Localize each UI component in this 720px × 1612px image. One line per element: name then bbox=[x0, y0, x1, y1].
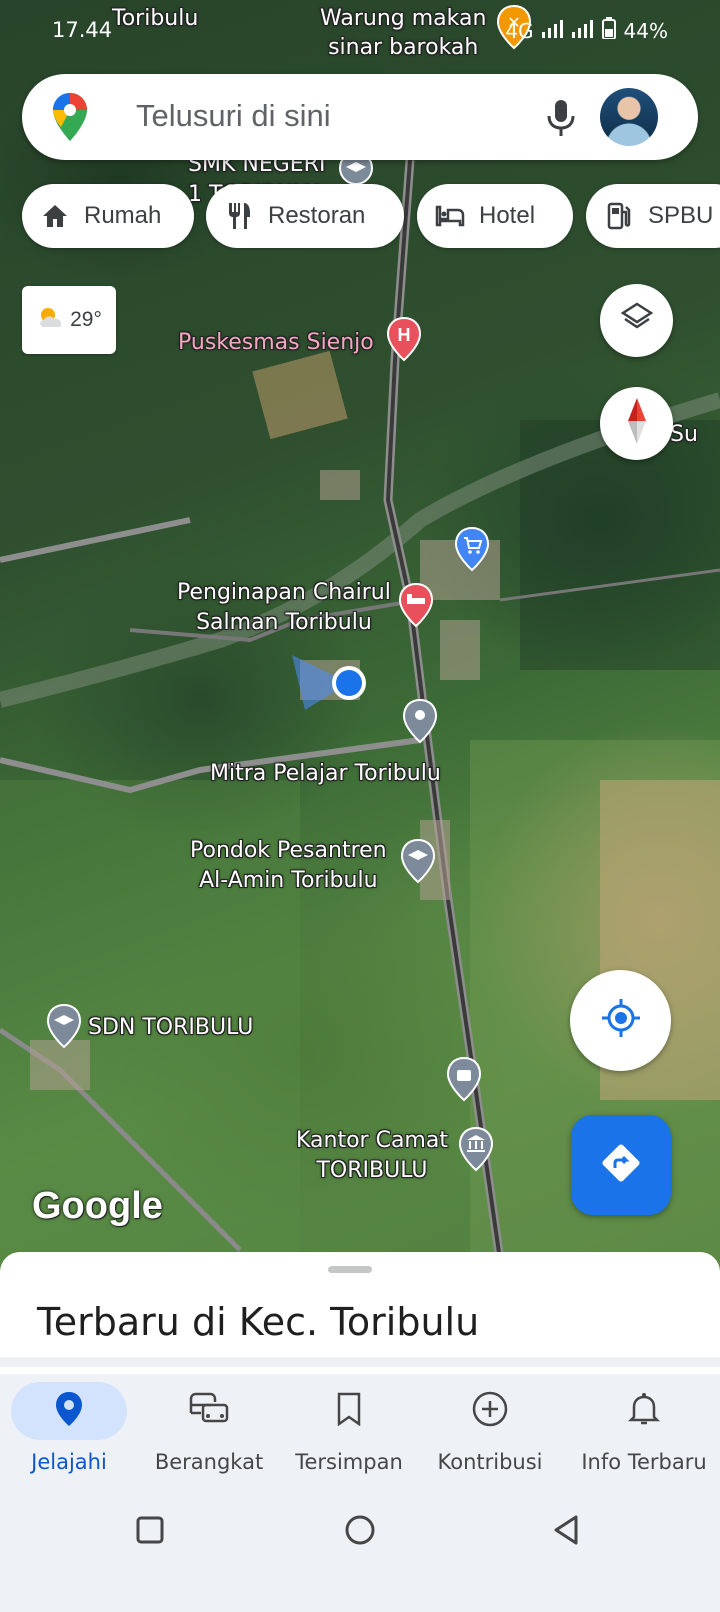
partly-cloudy-icon bbox=[36, 305, 66, 335]
microphone-icon[interactable] bbox=[542, 98, 580, 143]
chip-hotel[interactable]: Hotel bbox=[417, 184, 573, 248]
explore-pin-icon bbox=[55, 1391, 83, 1432]
label-kantor-camat[interactable]: Kantor Camat TORIBULU bbox=[296, 1126, 448, 1186]
nav-berangkat[interactable]: Berangkat bbox=[150, 1374, 268, 1494]
label-puskesmas[interactable]: Puskesmas Sienjo bbox=[178, 328, 374, 357]
nav-tersimpan[interactable]: Tersimpan bbox=[290, 1374, 408, 1494]
layers-icon bbox=[620, 301, 654, 340]
hotel-icon bbox=[435, 201, 465, 231]
my-location-button[interactable] bbox=[570, 970, 671, 1071]
shop-pin-icon[interactable] bbox=[446, 1056, 482, 1102]
place-pin-icon[interactable] bbox=[402, 698, 438, 744]
google-attribution: Google bbox=[32, 1185, 163, 1227]
chip-label: Restoran bbox=[268, 202, 366, 229]
compass-button[interactable] bbox=[600, 387, 673, 460]
nav-label: Berangkat bbox=[154, 1450, 264, 1474]
hospital-pin-icon[interactable]: H bbox=[386, 316, 422, 362]
label-pondok-pesantren[interactable]: Pondok Pesantren Al-Amin Toribulu bbox=[190, 836, 387, 896]
layers-button[interactable] bbox=[600, 284, 673, 357]
nav-label: Kontribusi bbox=[437, 1450, 543, 1474]
label-toribulu: Toribulu bbox=[112, 6, 199, 31]
bottom-sheet[interactable]: Terbaru di Kec. Toribulu bbox=[0, 1252, 720, 1377]
label-warung-makan[interactable]: Warung makan sinar barokah bbox=[320, 4, 486, 62]
nav-label: Tersimpan bbox=[295, 1450, 403, 1474]
lodging-pin-icon[interactable] bbox=[398, 582, 434, 628]
chip-restoran[interactable]: Restoran bbox=[206, 184, 404, 248]
nav-kontribusi[interactable]: Kontribusi bbox=[431, 1374, 549, 1494]
weather-temp: 29° bbox=[70, 308, 102, 331]
compass-icon bbox=[622, 396, 652, 451]
search-bar[interactable]: Telusuri di sini bbox=[22, 74, 698, 160]
sheet-title: Terbaru di Kec. Toribulu bbox=[37, 1300, 480, 1344]
restaurant-icon bbox=[224, 201, 254, 231]
chip-label: Hotel bbox=[479, 202, 536, 229]
label-sdn[interactable]: SDN TORIBULU bbox=[88, 1013, 253, 1042]
home-icon[interactable] bbox=[344, 1514, 376, 1551]
nav-info-terbaru[interactable]: Info Terbaru bbox=[570, 1374, 718, 1494]
nav-jelajahi[interactable]: Jelajahi bbox=[10, 1374, 128, 1494]
gas-station-icon bbox=[604, 201, 634, 231]
maps-logo-icon bbox=[52, 92, 88, 147]
drag-handle[interactable] bbox=[328, 1266, 372, 1273]
bookmark-icon bbox=[336, 1392, 362, 1431]
label-penginapan[interactable]: Penginapan Chairul Salman Toribulu bbox=[177, 578, 391, 638]
label-river: Su bbox=[670, 422, 698, 447]
back-icon[interactable] bbox=[552, 1514, 580, 1551]
directions-icon bbox=[599, 1141, 643, 1190]
school-pin-icon[interactable] bbox=[46, 1003, 82, 1049]
add-circle-icon bbox=[471, 1390, 509, 1433]
shopping-pin-icon[interactable] bbox=[454, 526, 490, 572]
directions-button[interactable] bbox=[571, 1115, 671, 1215]
system-navigation bbox=[0, 1494, 720, 1612]
divider bbox=[0, 1357, 720, 1367]
avatar[interactable] bbox=[600, 88, 658, 146]
chip-rumah[interactable]: Rumah bbox=[22, 184, 194, 248]
commute-icon bbox=[187, 1391, 231, 1432]
chip-label: Rumah bbox=[84, 202, 162, 229]
school-pin-icon[interactable] bbox=[400, 838, 436, 884]
svg-text:✕: ✕ bbox=[507, 13, 520, 32]
bell-icon bbox=[627, 1391, 661, 1432]
chip-spbu[interactable]: SPBU bbox=[586, 184, 720, 248]
nav-label: Info Terbaru bbox=[581, 1450, 707, 1474]
bottom-navigation: Jelajahi Berangkat Tersimpan Kontribusi … bbox=[0, 1374, 720, 1494]
svg-text:H: H bbox=[398, 325, 411, 345]
home-icon bbox=[40, 201, 70, 231]
weather-widget[interactable]: 29° bbox=[22, 286, 116, 354]
restaurant-pin-icon[interactable]: ✕ bbox=[496, 4, 532, 50]
label-mitra-pelajar[interactable]: Mitra Pelajar Toribulu bbox=[210, 759, 441, 788]
recents-icon[interactable] bbox=[136, 1516, 164, 1549]
nav-label: Jelajahi bbox=[31, 1450, 107, 1474]
chip-label: SPBU bbox=[648, 202, 714, 229]
government-pin-icon[interactable] bbox=[458, 1126, 494, 1172]
my-location-icon bbox=[599, 996, 643, 1045]
search-input[interactable]: Telusuri di sini bbox=[136, 98, 331, 134]
